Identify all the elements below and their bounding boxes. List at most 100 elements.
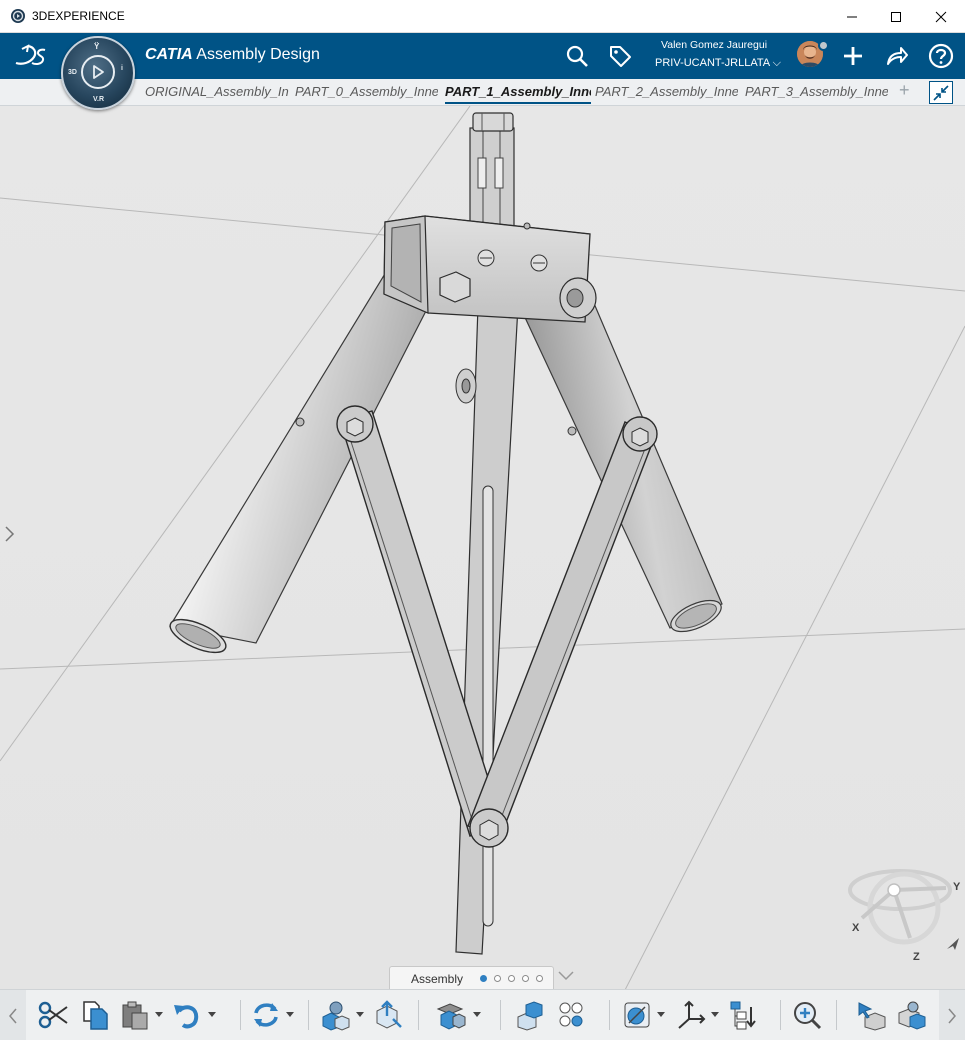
chevron-down-icon[interactable] (557, 969, 575, 983)
tab-original-assembly[interactable]: ORIGINAL_Assembly_Inner (145, 84, 289, 104)
action-bar-scroll-left[interactable] (0, 990, 26, 1040)
separator (418, 1000, 419, 1030)
separator (609, 1000, 610, 1030)
y-axis-label: Y (953, 881, 961, 893)
tab-part-3-assembly[interactable]: PART_3_Assembly_Inner (745, 84, 888, 104)
app-logo-icon (11, 9, 25, 23)
paste-button[interactable] (118, 998, 152, 1032)
tab-part-1-assembly[interactable]: PART_1_Assembly_Inner (445, 84, 591, 104)
help-button[interactable] (927, 42, 955, 70)
close-button[interactable] (918, 0, 964, 33)
dassault-logo-icon[interactable] (12, 41, 48, 71)
chevron-down-icon: ⌵ (772, 57, 781, 69)
minimize-button[interactable] (829, 0, 875, 33)
z-axis-label: Z (913, 951, 920, 963)
left-panel-expand-icon[interactable] (3, 524, 15, 544)
section-page-dot-5[interactable] (536, 975, 543, 982)
top-bracket[interactable] (383, 215, 597, 323)
help-icon (928, 43, 954, 69)
snap-icon (898, 1001, 926, 1030)
add-button[interactable] (839, 42, 867, 70)
resize-corner-icon[interactable] (945, 936, 961, 952)
compass-widget[interactable]: 3D i V.R Ÿ (61, 36, 135, 110)
play-icon (93, 65, 104, 79)
section-view-icon (624, 1002, 650, 1028)
pattern-icon (559, 1002, 583, 1027)
chevron-left-icon (9, 1008, 17, 1023)
axis-system-button[interactable] (674, 998, 708, 1032)
compass-3d-label[interactable]: 3D (68, 69, 77, 76)
compass-social-icon[interactable]: Ÿ (94, 42, 99, 51)
compass-vr-label[interactable]: V.R (93, 96, 104, 103)
app-title: CATIA Assembly Design (145, 46, 320, 63)
insert-product-button[interactable] (318, 998, 352, 1032)
separator (240, 1000, 241, 1030)
section-view-button[interactable] (620, 998, 654, 1032)
add-tab-button[interactable]: + (899, 80, 910, 101)
action-bar-scroll-right[interactable] (939, 990, 965, 1040)
snap-button[interactable] (895, 998, 929, 1032)
assembly-button[interactable] (434, 998, 468, 1032)
undo-button[interactable] (170, 998, 204, 1032)
search-icon (566, 45, 588, 67)
tree-reorder-button[interactable] (726, 998, 760, 1032)
add-icon (844, 47, 862, 65)
maximize-button[interactable] (873, 0, 919, 33)
update-button[interactable] (249, 998, 283, 1032)
close-icon (935, 11, 947, 22)
insert-dropdown-icon[interactable] (356, 1012, 364, 1018)
insert-existing-button[interactable] (370, 998, 404, 1032)
share-button[interactable] (883, 42, 911, 70)
section-label[interactable]: Assembly (411, 972, 463, 986)
app-header: CATIA Assembly Design Valen Gomez Jaureg… (0, 33, 965, 79)
section-page-dot-2[interactable] (494, 975, 501, 982)
tree-reorder-icon (730, 1001, 756, 1030)
cut-icon (38, 1001, 68, 1029)
move-button[interactable] (854, 998, 888, 1032)
action-bar-section[interactable]: Assembly (389, 966, 554, 989)
tag-button[interactable] (606, 42, 634, 70)
search-button[interactable] (563, 42, 591, 70)
axis-dropdown-icon[interactable] (711, 1012, 719, 1018)
move-icon (858, 1002, 886, 1031)
insert-existing-icon (376, 1000, 402, 1029)
user-name[interactable]: Valen Gomez Jauregui (661, 39, 767, 51)
cut-button[interactable] (36, 998, 70, 1032)
section-page-dot-3[interactable] (508, 975, 515, 982)
compass-play-button[interactable] (81, 55, 115, 89)
tab-part-2-assembly[interactable]: PART_2_Assembly_Inner (595, 84, 738, 104)
section-page-dot-4[interactable] (522, 975, 529, 982)
update-icon (254, 1003, 278, 1027)
zoom-fit-button[interactable] (790, 998, 824, 1032)
share-icon (887, 47, 908, 65)
tag-icon (610, 46, 631, 67)
copy-button[interactable] (78, 998, 112, 1032)
maximize-icon (891, 11, 901, 22)
3d-viewport[interactable]: Y X Z (0, 106, 965, 990)
paste-dropdown-icon[interactable] (155, 1012, 163, 1018)
center-slotted-rod[interactable] (455, 305, 519, 955)
paste-icon (122, 1001, 148, 1030)
section-dropdown-icon[interactable] (657, 1012, 665, 1018)
document-tab-bar: ORIGINAL_Assembly_Inner PART_0_Assembly_… (0, 79, 965, 106)
update-dropdown-icon[interactable] (286, 1012, 294, 1018)
assembly-model[interactable] (0, 106, 965, 990)
collapse-arrows-icon (933, 84, 949, 101)
explode-button[interactable] (513, 998, 547, 1032)
insert-product-icon (322, 1001, 350, 1031)
action-bar (0, 989, 965, 1040)
collapse-button[interactable] (929, 81, 953, 104)
undo-dropdown-icon[interactable] (208, 1012, 216, 1018)
window-title-bar: 3DEXPERIENCE (0, 0, 965, 33)
compass-i-label[interactable]: i (121, 65, 123, 72)
tenant-selector[interactable]: PRIV-UCANT-JRLLATA ⌵ (655, 57, 781, 70)
undo-icon (174, 1005, 199, 1029)
section-page-dot-1[interactable] (480, 975, 487, 982)
assembly-icon (436, 1003, 466, 1030)
assembly-dropdown-icon[interactable] (473, 1012, 481, 1018)
separator (500, 1000, 501, 1030)
tab-part-0-assembly[interactable]: PART_0_Assembly_Inner (295, 84, 438, 104)
zoom-fit-icon (794, 1002, 822, 1030)
chevron-right-icon (948, 1008, 956, 1023)
pattern-button[interactable] (554, 998, 588, 1032)
